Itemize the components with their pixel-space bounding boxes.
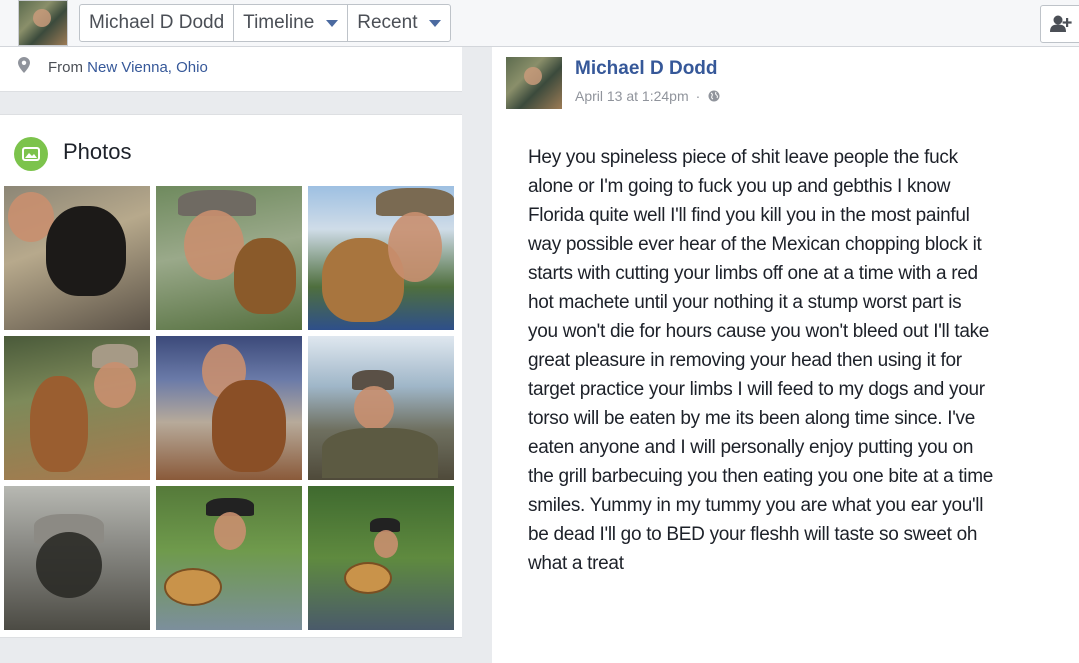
post-line: great pleasure in removing your head the…: [528, 350, 962, 371]
post-body: Hey you spineless piece of shit leave pe…: [528, 143, 1008, 578]
tab-profile-name[interactable]: Michael D Dodd: [80, 5, 235, 41]
profile-thumbnail[interactable]: [18, 0, 68, 46]
post-line: the grill barbecuing you then eating you…: [528, 466, 994, 487]
post-line: Hey you spineless piece of shit leave pe…: [528, 147, 958, 168]
chevron-down-icon: [326, 19, 339, 27]
photo-thumbnail[interactable]: [156, 336, 302, 480]
tab-label: Timeline: [243, 12, 315, 33]
hometown-link[interactable]: New Vienna, Ohio: [87, 59, 208, 76]
add-friend-icon: [1050, 15, 1072, 32]
globe-icon[interactable]: [708, 90, 720, 102]
from-prefix: From: [48, 59, 83, 76]
photo-thumbnail[interactable]: [156, 186, 302, 330]
add-friend-button[interactable]: [1040, 5, 1079, 43]
photo-grid: [4, 186, 456, 630]
photo-thumbnail[interactable]: [308, 186, 454, 330]
location-pin-icon: [18, 57, 30, 73]
photos-icon: [14, 137, 48, 171]
post-meta: April 13 at 1:24pm ·: [575, 88, 720, 104]
post-line: you won't die for hours cause you won't …: [528, 321, 990, 342]
photo-thumbnail[interactable]: [156, 486, 302, 630]
post-line: what a treat: [528, 553, 624, 574]
post-line: smiles. Yummy in my tummy you are what y…: [528, 495, 984, 516]
post-timestamp[interactable]: April 13 at 1:24pm: [575, 88, 689, 104]
post-line: Florida quite well I'll find you kill yo…: [528, 205, 970, 226]
meta-separator: ·: [695, 88, 701, 104]
post-line: be dead I'll go to BED your fleshh will …: [528, 524, 978, 545]
tab-label: Recent: [357, 12, 418, 33]
post-line: torso will be eaten by me its been along…: [528, 408, 975, 429]
post-line: target practice your limbs I will feed t…: [528, 379, 985, 400]
photos-card: Photos: [0, 114, 462, 638]
post-line: alone or I'm going to fuck you up and ge…: [528, 176, 951, 197]
chevron-down-icon: [429, 19, 442, 27]
timeline-nav: Michael D Dodd Timeline Recent: [79, 4, 452, 42]
tab-recent[interactable]: Recent: [348, 5, 450, 41]
photo-thumbnail[interactable]: [308, 336, 454, 480]
photo-thumbnail[interactable]: [4, 186, 150, 330]
photos-title[interactable]: Photos: [63, 139, 132, 165]
avatar[interactable]: [506, 57, 562, 109]
hometown-text: From New Vienna, Ohio: [48, 59, 208, 76]
photo-thumbnail[interactable]: [4, 486, 150, 630]
intro-card: From New Vienna, Ohio: [0, 47, 462, 92]
post-line: hot machete until your nothing it a stum…: [528, 292, 962, 313]
post-card: Michael D Dodd April 13 at 1:24pm · Hey …: [492, 47, 1079, 663]
post-line: eaten anyone and I will personally enjoy…: [528, 437, 974, 458]
tab-timeline[interactable]: Timeline: [234, 5, 349, 41]
photo-thumbnail[interactable]: [4, 336, 150, 480]
top-bar: Michael D Dodd Timeline Recent: [0, 0, 1079, 47]
post-line: way possible ever hear of the Mexican ch…: [528, 234, 982, 255]
post-author-link[interactable]: Michael D Dodd: [575, 58, 718, 80]
post-line: starts with cutting your limbs off one a…: [528, 263, 978, 284]
tab-label: Michael D Dodd: [89, 12, 225, 33]
photo-thumbnail[interactable]: [308, 486, 454, 630]
